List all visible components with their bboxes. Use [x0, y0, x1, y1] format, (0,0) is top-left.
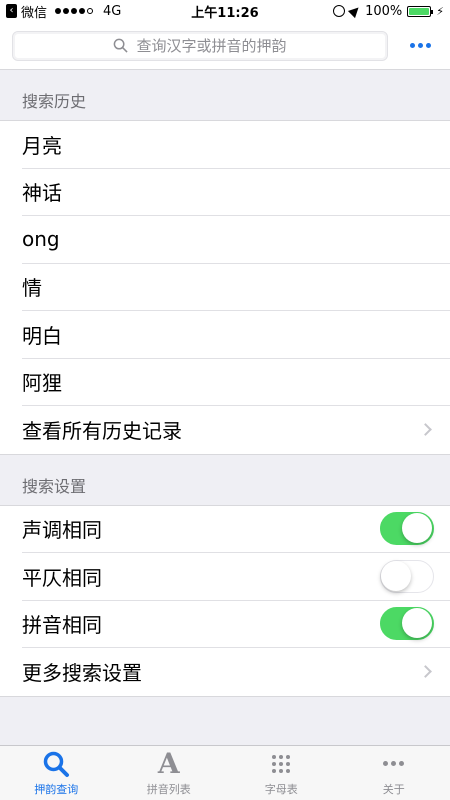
- search-icon: [114, 38, 129, 53]
- pingze-toggle[interactable]: [380, 559, 434, 593]
- setting-row-tone: 声调相同: [22, 506, 450, 553]
- setting-label: 平仄相同: [22, 565, 102, 590]
- letter-a-icon: A: [157, 746, 180, 780]
- charging-icon: ⚡: [436, 4, 444, 18]
- history-item[interactable]: 神话: [22, 169, 450, 216]
- search-placeholder: 查询汉字或拼音的押韵: [136, 37, 287, 55]
- setting-row-pingze: 平仄相同: [22, 553, 450, 601]
- tab-label: 押韵查询: [34, 782, 79, 796]
- back-arrow-icon[interactable]: ‹: [6, 4, 17, 18]
- tab-alphabet[interactable]: 字母表: [225, 746, 338, 800]
- battery-icon: [407, 5, 434, 17]
- tab-rhyme-search[interactable]: 押韵查询: [0, 746, 113, 800]
- history-item-label: 明白: [22, 323, 62, 348]
- history-item-label: 神话: [22, 181, 62, 206]
- view-all-history-label: 查看所有历史记录: [22, 419, 182, 444]
- rotation-lock-icon: [333, 5, 346, 17]
- history-item-label: ong: [22, 227, 60, 252]
- network-type: 4G: [103, 3, 122, 19]
- more-options-icon[interactable]: [402, 43, 438, 48]
- more-icon: [383, 750, 405, 778]
- search-header: 查询汉字或拼音的押韵: [0, 22, 450, 70]
- more-settings-label: 更多搜索设置: [22, 661, 142, 686]
- status-bar: ‹ 微信 4G 上午11:26 100% ⚡: [0, 0, 450, 22]
- search-icon: [42, 750, 70, 778]
- history-item[interactable]: 月亮: [22, 121, 450, 169]
- settings-section-title: 搜索设置: [22, 476, 87, 496]
- signal-icon: [55, 8, 94, 14]
- history-section-title: 搜索历史: [22, 92, 87, 111]
- toggle-knob: [402, 513, 432, 544]
- toggle-knob: [381, 560, 411, 591]
- history-item[interactable]: 阿狸: [22, 359, 450, 406]
- history-item-label: 月亮: [22, 133, 62, 158]
- tab-pinyin-list[interactable]: A 拼音列表: [113, 746, 226, 800]
- tab-bar: 押韵查询 A 拼音列表 字母表 关于: [0, 745, 450, 800]
- toggle-knob: [402, 608, 432, 639]
- history-item[interactable]: ong: [22, 216, 450, 264]
- grid-icon: [272, 750, 291, 778]
- setting-label: 拼音相同: [22, 613, 102, 638]
- more-settings-row[interactable]: 更多搜索设置: [22, 648, 450, 696]
- chevron-right-icon: [419, 423, 432, 437]
- tab-label: 字母表: [264, 782, 298, 796]
- battery-percent: 100%: [365, 3, 403, 19]
- history-item-label: 阿狸: [22, 371, 62, 396]
- tab-label: 关于: [382, 782, 405, 796]
- tab-about[interactable]: 关于: [338, 746, 450, 800]
- tone-toggle[interactable]: [380, 512, 434, 546]
- setting-row-pinyin: 拼音相同: [22, 601, 450, 648]
- back-app-label[interactable]: 微信: [21, 2, 47, 21]
- chevron-right-icon: [419, 665, 432, 679]
- tab-label: 拼音列表: [146, 782, 191, 796]
- history-item-label: 情: [22, 276, 42, 301]
- settings-list: 声调相同 平仄相同 拼音相同 更多搜索设置: [0, 504, 450, 697]
- history-list: 月亮 神话 ong 情 明白 阿狸 查看所有历史记录: [0, 120, 450, 455]
- pinyin-toggle[interactable]: [380, 607, 434, 641]
- view-all-history-row[interactable]: 查看所有历史记录: [22, 406, 450, 454]
- search-input[interactable]: 查询汉字或拼音的押韵: [12, 30, 388, 61]
- setting-label: 声调相同: [22, 518, 102, 543]
- history-item[interactable]: 明白: [22, 311, 450, 359]
- location-icon: [348, 3, 363, 19]
- history-item[interactable]: 情: [22, 264, 450, 311]
